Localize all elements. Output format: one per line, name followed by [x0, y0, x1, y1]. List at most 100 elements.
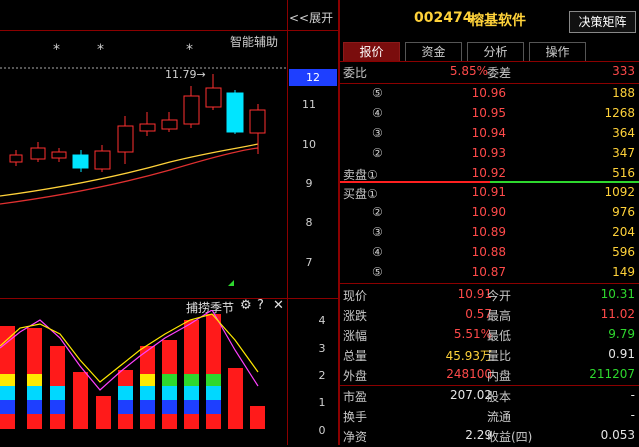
stat-label: 涨幅 — [343, 329, 368, 343]
fund-label: 净资 — [343, 430, 368, 444]
sell-order-row[interactable]: ② 10.93 347 — [340, 144, 639, 165]
price-axis-line — [287, 0, 288, 445]
axis-tick: 11 — [302, 98, 316, 111]
stat-row: 涨幅 5.51% 最低 9.79 — [340, 325, 639, 346]
order-level-label: ④ — [372, 245, 383, 259]
stat-label: 外盘 — [343, 369, 368, 383]
order-level-label: ③ — [372, 126, 383, 140]
indicator-tick: 4 — [318, 314, 326, 327]
fund-label: 收益(四) — [487, 430, 533, 444]
stock-header: 002474 榕基软件 决策矩阵 — [340, 0, 639, 38]
candle-up — [117, 125, 134, 153]
order-volume: 347 — [612, 146, 635, 160]
stat-row: 涨跌 0.57 最高 11.02 — [340, 305, 639, 326]
order-price: 10.90 — [471, 205, 506, 219]
tab-quote[interactable]: 报价 — [343, 42, 400, 62]
stat-label: 现价 — [343, 289, 368, 303]
signal-arrow-icon — [228, 280, 234, 286]
buy-order-row[interactable]: ④ 10.88 596 — [340, 243, 639, 264]
fundamental-row: 净资 2.29 收益(四) 0.053 — [340, 426, 639, 447]
decision-matrix-button[interactable]: 决策矩阵 — [569, 11, 636, 33]
fundamental-row: 换手 - 流通 - — [340, 406, 639, 427]
tab-analysis[interactable]: 分析 — [467, 42, 524, 62]
order-level-label: ④ — [372, 106, 383, 120]
weibi-value: 5.85% — [449, 64, 488, 78]
candle-up — [205, 87, 222, 108]
order-price: 10.94 — [471, 126, 506, 140]
order-level-label: ② — [372, 146, 383, 160]
buy-order-row[interactable]: ② 10.90 976 — [340, 203, 639, 224]
fund-value: 0.053 — [600, 428, 635, 442]
indicator-tick: 0 — [318, 424, 326, 437]
order-price: 10.89 — [471, 225, 506, 239]
indicator-bars — [0, 314, 265, 429]
fund-label: 股本 — [487, 390, 512, 404]
indicator-bar — [96, 396, 111, 429]
stat-value: 9.79 — [608, 327, 635, 341]
fund-value: - — [630, 388, 635, 402]
order-level-label: ⑤ — [372, 265, 383, 279]
indicator-divider — [0, 298, 338, 299]
candle-up — [161, 119, 178, 130]
buy-order-row[interactable]: ③ 10.89 204 — [340, 223, 639, 244]
candle-down — [226, 92, 244, 133]
candle-up — [183, 95, 200, 125]
buy-order-row[interactable]: ⑤ 10.87 149 — [340, 263, 639, 284]
sell-order-row[interactable]: ⑤ 10.96 188 — [340, 84, 639, 105]
order-volume: 1268 — [604, 106, 635, 120]
current-price-tag: 12 — [289, 69, 337, 86]
order-volume: 516 — [612, 166, 635, 180]
candle-down — [72, 154, 89, 169]
weicha-value: 333 — [612, 64, 635, 78]
order-level-label: 卖盘① — [343, 168, 378, 182]
stat-label: 内盘 — [487, 369, 512, 383]
order-price: 10.87 — [471, 265, 506, 279]
buy-order-row[interactable]: 买盘① 10.91 1092 — [340, 183, 639, 204]
weibi-label: 委比 — [343, 66, 368, 80]
order-volume: 188 — [612, 86, 635, 100]
stat-value: 10.91 — [457, 287, 492, 301]
weicha-label: 委差 — [487, 66, 512, 80]
stock-name: 榕基软件 — [470, 13, 526, 29]
order-volume: 1092 — [604, 185, 635, 199]
sell-order-row[interactable]: 卖盘① 10.92 516 — [340, 164, 639, 185]
stock-code: 002474 — [414, 10, 473, 26]
tab-fund[interactable]: 资金 — [405, 42, 462, 62]
axis-tick: 7 — [305, 256, 313, 269]
order-level-label: ⑤ — [372, 86, 383, 100]
indicator-svg — [0, 310, 265, 429]
order-level-label: ② — [372, 205, 383, 219]
fund-label: 换手 — [343, 410, 368, 424]
fund-value: - — [630, 408, 635, 422]
order-volume: 149 — [612, 265, 635, 279]
stat-value: 248100 — [446, 367, 492, 381]
indicator-tick: 1 — [318, 396, 326, 409]
sell-order-row[interactable]: ④ 10.95 1268 — [340, 104, 639, 125]
order-price: 10.92 — [471, 166, 506, 180]
candle-up — [9, 154, 23, 163]
indicator-bar — [228, 368, 243, 429]
stat-value: 45.93万 — [445, 349, 492, 363]
sell-order-row[interactable]: ③ 10.94 364 — [340, 124, 639, 145]
stat-row: 外盘 248100 内盘 211207 — [340, 365, 639, 386]
expand-button[interactable]: <<展开 — [289, 9, 333, 26]
fund-value: 207.02 — [450, 388, 492, 402]
stat-value: 5.51% — [453, 327, 492, 341]
high-price-label: 11.79→ — [165, 68, 206, 81]
order-volume: 976 — [612, 205, 635, 219]
candle-up — [51, 151, 67, 159]
stat-value: 11.02 — [600, 307, 635, 321]
indicator-bar — [250, 406, 265, 429]
indicator-tick: 2 — [318, 369, 326, 382]
stat-value: 211207 — [589, 367, 635, 381]
fund-label: 流通 — [487, 410, 512, 424]
candle-up — [94, 150, 111, 170]
order-price: 10.96 — [471, 86, 506, 100]
tab-operation[interactable]: 操作 — [529, 42, 586, 62]
stat-label: 量比 — [487, 349, 512, 363]
stat-label: 总量 — [343, 349, 368, 363]
stat-value: 10.31 — [600, 287, 635, 301]
kline-chart-panel[interactable]: <<展开 智能辅助 * * * 11.79→ 12 11 10 9 8 7 捕捞… — [0, 0, 338, 445]
order-level-label: 买盘① — [343, 187, 378, 201]
stat-label: 最高 — [487, 309, 512, 323]
